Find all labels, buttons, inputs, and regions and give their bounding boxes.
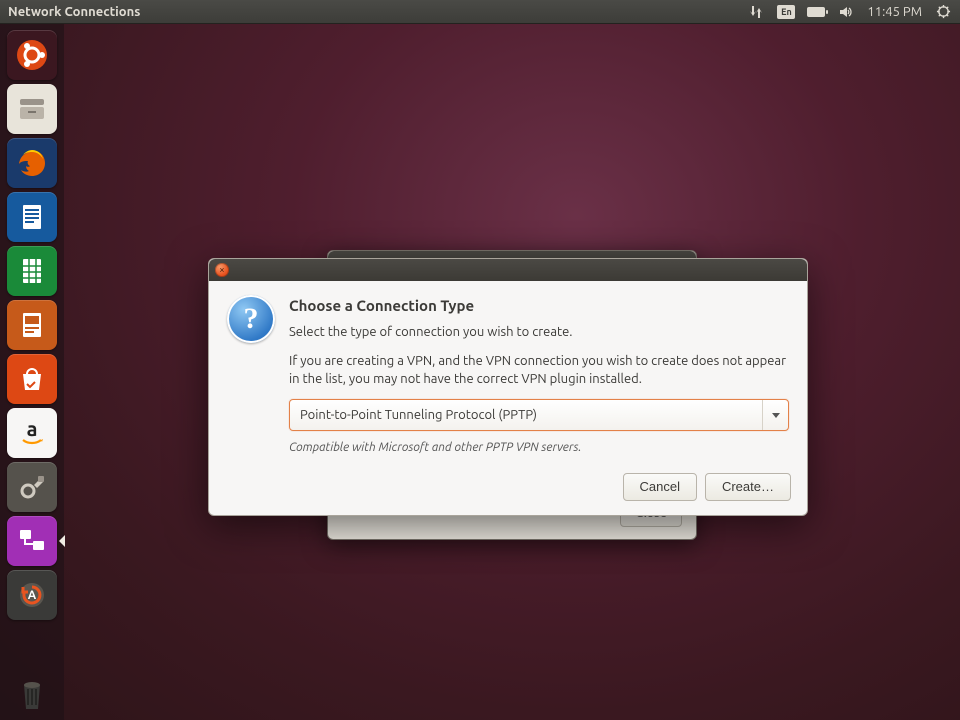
dialog-content: Choose a Connection Type Select the type… xyxy=(289,295,789,457)
dialog-close-icon[interactable] xyxy=(215,263,229,277)
cancel-button[interactable]: Cancel xyxy=(623,473,697,501)
launcher-files[interactable] xyxy=(7,84,57,134)
launcher-trash[interactable] xyxy=(7,670,57,720)
dialog-intro: Select the type of connection you wish t… xyxy=(289,323,789,342)
launcher-updater[interactable]: A xyxy=(7,570,57,620)
connection-type-dropdown[interactable]: Point-to-Point Tunneling Protocol (PPTP) xyxy=(289,399,789,431)
dialog-actions: Cancel Create… xyxy=(209,473,807,515)
sound-indicator-icon[interactable] xyxy=(837,3,855,21)
dialog-detail: If you are creating a VPN, and the VPN c… xyxy=(289,352,789,390)
keyboard-indicator[interactable]: En xyxy=(777,3,795,21)
launcher-impress[interactable] xyxy=(7,300,57,350)
network-indicator-icon[interactable] xyxy=(747,3,765,21)
battery-indicator-icon[interactable] xyxy=(807,3,825,21)
indicator-area: En 11:45 PM xyxy=(747,3,952,21)
choose-connection-type-dialog: ? Choose a Connection Type Select the ty… xyxy=(208,258,808,516)
dialog-titlebar[interactable] xyxy=(209,259,807,281)
language-badge: En xyxy=(777,5,795,19)
launcher-amazon[interactable]: a xyxy=(7,408,57,458)
session-indicator-icon[interactable] xyxy=(934,3,952,21)
dropdown-hint: Compatible with Microsoft and other PPTP… xyxy=(289,439,789,456)
chevron-down-icon xyxy=(762,400,788,430)
clock[interactable]: 11:45 PM xyxy=(867,5,922,19)
top-menu-bar: Network Connections En 11:45 PM xyxy=(0,0,960,24)
create-button[interactable]: Create… xyxy=(705,473,791,501)
dropdown-selected-value: Point-to-Point Tunneling Protocol (PPTP) xyxy=(300,406,537,425)
svg-text:a: a xyxy=(27,417,38,440)
launcher-firefox[interactable] xyxy=(7,138,57,188)
launcher-writer[interactable] xyxy=(7,192,57,242)
launcher-settings[interactable] xyxy=(7,462,57,512)
dialog-heading: Choose a Connection Type xyxy=(289,295,789,317)
launcher-network[interactable] xyxy=(7,516,57,566)
launcher-dash[interactable] xyxy=(7,30,57,80)
launcher-software[interactable] xyxy=(7,354,57,404)
question-icon: ? xyxy=(227,295,275,343)
launcher: aA xyxy=(0,24,64,720)
svg-text:A: A xyxy=(28,589,37,602)
launcher-calc[interactable] xyxy=(7,246,57,296)
active-app-title: Network Connections xyxy=(8,5,140,19)
